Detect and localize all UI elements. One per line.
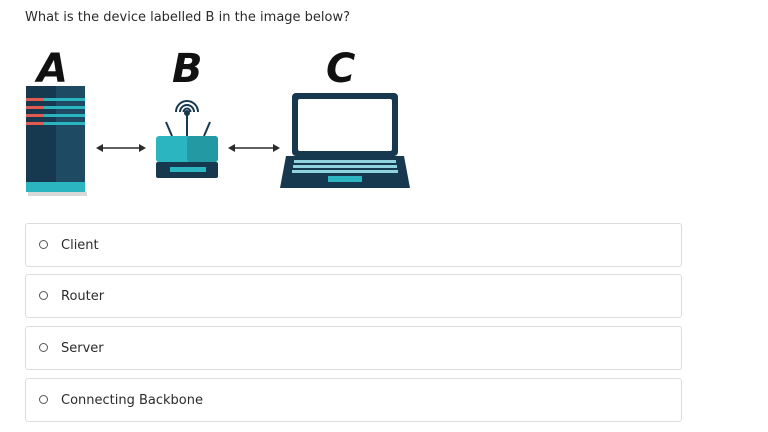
- label-b: B: [172, 46, 203, 92]
- option-router[interactable]: Router: [25, 274, 682, 318]
- label-a: A: [34, 46, 68, 92]
- laptop-icon: [280, 93, 410, 188]
- quiz-page: What is the device labelled B in the ima…: [0, 0, 768, 432]
- radio-button[interactable]: [39, 291, 48, 300]
- option-label: Router: [61, 289, 105, 304]
- label-c: C: [326, 46, 355, 92]
- question-text: What is the device labelled B in the ima…: [25, 10, 351, 25]
- arrow-left-right-icon: [228, 144, 280, 152]
- radio-button[interactable]: [39, 395, 48, 404]
- option-label: Server: [61, 341, 104, 356]
- server-icon: [26, 86, 87, 196]
- option-client[interactable]: Client: [25, 223, 682, 267]
- radio-button[interactable]: [39, 240, 48, 249]
- network-diagram: A B C: [26, 46, 410, 196]
- radio-button[interactable]: [39, 343, 48, 352]
- arrow-left-right-icon: [96, 144, 146, 152]
- answer-options: Client Router Server Connecting Backbone: [25, 223, 682, 430]
- router-icon: [156, 100, 218, 178]
- option-label: Client: [61, 238, 99, 253]
- option-server[interactable]: Server: [25, 326, 682, 370]
- option-label: Connecting Backbone: [61, 393, 203, 408]
- option-connecting-backbone[interactable]: Connecting Backbone: [25, 378, 682, 422]
